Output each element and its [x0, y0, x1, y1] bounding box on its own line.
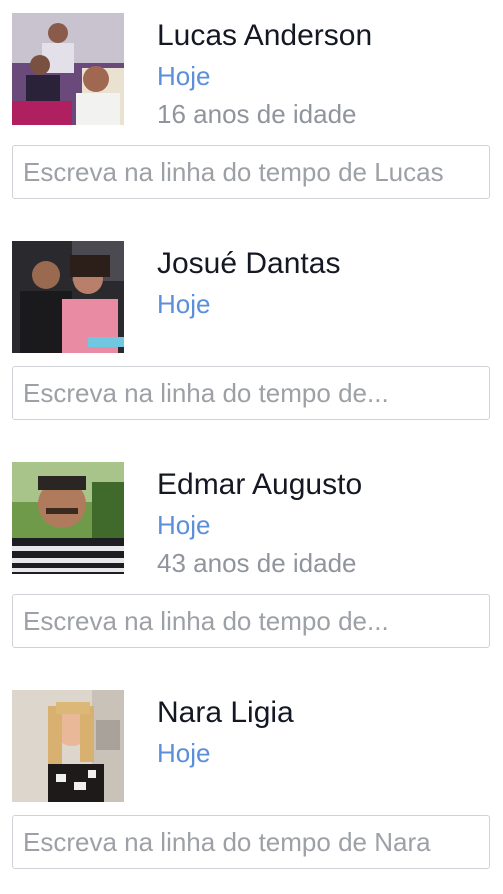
profile-photo-image	[12, 13, 124, 125]
friend-name[interactable]: Nara Ligia	[157, 696, 294, 730]
birthday-date: Hoje	[157, 738, 211, 768]
friend-age: 43 anos de idade	[157, 548, 357, 578]
friend-name[interactable]: Josué Dantas	[157, 247, 340, 281]
profile-photo[interactable]	[12, 690, 124, 802]
friend-name[interactable]: Edmar Augusto	[157, 468, 362, 502]
timeline-post-field[interactable]	[12, 815, 490, 869]
friend-name[interactable]: Lucas Anderson	[157, 19, 372, 53]
timeline-post-input[interactable]	[13, 816, 489, 868]
birthday-date: Hoje	[157, 61, 211, 91]
profile-photo-image	[12, 462, 124, 574]
friend-age: 16 anos de idade	[157, 99, 357, 129]
profile-photo-image	[12, 690, 124, 802]
timeline-post-input[interactable]	[13, 146, 489, 198]
birthday-date: Hoje	[157, 510, 211, 540]
profile-photo[interactable]	[12, 241, 124, 353]
timeline-post-field[interactable]	[12, 145, 490, 199]
timeline-post-input[interactable]	[13, 595, 489, 647]
profile-photo[interactable]	[12, 462, 124, 574]
timeline-post-field[interactable]	[12, 366, 490, 420]
profile-photo-image	[12, 241, 124, 353]
birthday-date: Hoje	[157, 289, 211, 319]
timeline-post-field[interactable]	[12, 594, 490, 648]
profile-photo[interactable]	[12, 13, 124, 125]
timeline-post-input[interactable]	[13, 367, 489, 419]
